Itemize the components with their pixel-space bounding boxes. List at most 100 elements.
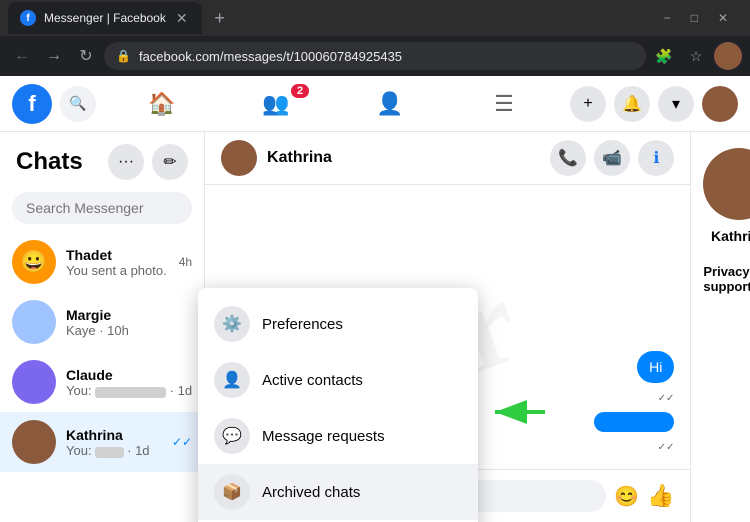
sidebar-actions: ··· ✏: [108, 144, 188, 180]
minimize-icon[interactable]: −: [658, 9, 677, 27]
toolbar-actions: 🧩 ☆: [650, 42, 742, 70]
browser-toolbar: ← → ↻ 🔒 facebook.com/messages/t/10006078…: [0, 36, 750, 76]
fb-nav-friends[interactable]: 👥 2: [221, 80, 331, 128]
tab-favicon: f: [20, 10, 36, 26]
chat-item-margie[interactable]: Margie Kaye · 10h: [0, 292, 204, 352]
avatar-margie: [12, 300, 56, 344]
privacy-header[interactable]: Privacy & support ▾: [703, 256, 750, 302]
menu-item-active-contacts[interactable]: 👤 Active contacts: [198, 352, 478, 408]
header-actions: 📞 📹 ℹ: [550, 140, 674, 176]
refresh-button[interactable]: ↻: [72, 42, 100, 70]
tab-close-button[interactable]: ✕: [174, 8, 190, 29]
maximize-icon[interactable]: □: [685, 9, 704, 27]
menu-label-active-contacts: Active contacts: [262, 372, 363, 389]
app-container: Alphr Chats ··· ✏ 😀: [0, 132, 750, 522]
chat-name: Margie: [66, 307, 192, 323]
chat-header-avatar: [221, 140, 257, 176]
privacy-title: Privacy & support: [703, 264, 750, 294]
menu-label-message-requests: Message requests: [262, 428, 385, 445]
menu-item-message-requests[interactable]: 💬 Message requests: [198, 408, 478, 464]
avatar-claude: [12, 360, 56, 404]
lock-icon: 🔒: [116, 49, 131, 63]
friends-badge: 2: [291, 84, 309, 98]
dropdown-menu: ⚙️ Preferences 👤 Active contacts 💬 Messa…: [198, 288, 478, 522]
emoji-button[interactable]: 😊: [614, 484, 639, 509]
close-icon[interactable]: ✕: [712, 9, 734, 27]
tab-title: Messenger | Facebook: [44, 11, 166, 25]
fb-account-button[interactable]: ▾: [658, 86, 694, 122]
chat-info-kathrina: Kathrina You: ████ · 1d: [66, 427, 162, 458]
profile-avatar: [714, 42, 742, 70]
chat-item-thadet[interactable]: 😀 Thadet You sent a photo. 4h: [0, 232, 204, 292]
compose-button[interactable]: ✏: [152, 144, 188, 180]
fb-nav-center: 🏠 👥 2 👤 ☰: [107, 80, 559, 128]
forward-button[interactable]: →: [40, 42, 68, 70]
right-panel-avatar: [703, 148, 750, 220]
chat-item-kathrina[interactable]: Kathrina You: ████ · 1d ✓✓: [0, 412, 204, 472]
fb-logo: f: [12, 84, 52, 124]
bookmark-icon[interactable]: ☆: [682, 42, 710, 70]
menu-item-archived-chats[interactable]: 📦 Archived chats: [198, 464, 478, 520]
chat-info-thadet: Thadet You sent a photo.: [66, 247, 169, 278]
chat-preview: You sent a photo.: [66, 263, 169, 278]
browser-chrome: f Messenger | Facebook ✕ + − □ ✕ ← → ↻ 🔒…: [0, 0, 750, 76]
chat-header-name: Kathrina: [267, 149, 540, 167]
sidebar-header: Chats ··· ✏: [0, 132, 204, 192]
chat-header: Kathrina 📞 📹 ℹ: [205, 132, 690, 185]
arrow-svg: [485, 397, 555, 427]
chat-preview: You: ████ · 1d: [66, 443, 162, 458]
arrow-indicator: [485, 397, 555, 432]
video-call-button[interactable]: 📹: [594, 140, 630, 176]
preferences-icon: ⚙️: [214, 306, 250, 342]
fb-profile-avatar[interactable]: [702, 86, 738, 122]
back-button[interactable]: ←: [8, 42, 36, 70]
fb-nav-menu[interactable]: ☰: [449, 80, 559, 128]
search-input[interactable]: [12, 192, 192, 224]
profile-icon[interactable]: [714, 42, 742, 70]
more-options-button[interactable]: ···: [108, 144, 144, 180]
like-button[interactable]: 👍: [647, 483, 674, 509]
info-button[interactable]: ℹ: [638, 140, 674, 176]
chat-info-margie: Margie Kaye · 10h: [66, 307, 192, 338]
facebook-navbar: f 🔍 🏠 👥 2 👤 ☰ + 🔔 ▾: [0, 76, 750, 132]
menu-label-archived-chats: Archived chats: [262, 484, 360, 501]
chat-name: Kathrina: [66, 427, 162, 443]
active-tab[interactable]: f Messenger | Facebook ✕: [8, 2, 202, 34]
privacy-section: Privacy & support ▾: [703, 256, 750, 302]
fb-nav-groups[interactable]: 👤: [335, 80, 445, 128]
message-bubble-2: [594, 412, 674, 432]
chat-list: 😀 Thadet You sent a photo. 4h Margie Kay…: [0, 232, 204, 522]
menu-item-preferences[interactable]: ⚙️ Preferences: [198, 296, 478, 352]
extensions-icon[interactable]: 🧩: [650, 42, 678, 70]
fb-create-button[interactable]: +: [570, 86, 606, 122]
fb-notifications-button[interactable]: 🔔: [614, 86, 650, 122]
fb-search-button[interactable]: 🔍: [60, 86, 96, 122]
chat-info-claude: Claude You: ██████████ · 1d: [66, 367, 192, 398]
search-bar: [12, 192, 192, 224]
fb-nav-right: + 🔔 ▾: [570, 86, 738, 122]
address-bar[interactable]: 🔒 facebook.com/messages/t/10006078492543…: [104, 42, 646, 70]
avatar-kathrina: [12, 420, 56, 464]
chat-name: Claude: [66, 367, 192, 383]
chat-time: 4h: [179, 255, 192, 269]
avatar-thadet: 😀: [12, 240, 56, 284]
new-tab-button[interactable]: +: [206, 4, 234, 32]
archived-chats-icon: 📦: [214, 474, 250, 510]
chats-title: Chats: [16, 148, 100, 176]
tab-bar: f Messenger | Facebook ✕ + − □ ✕: [0, 0, 750, 36]
chat-preview: Kaye · 10h: [66, 323, 192, 338]
active-contacts-icon: 👤: [214, 362, 250, 398]
message-requests-icon: 💬: [214, 418, 250, 454]
address-text: facebook.com/messages/t/100060784925435: [139, 49, 634, 64]
right-panel: Kathrina Privacy & support ▾: [690, 132, 750, 522]
message-bubble: Hi: [637, 351, 674, 383]
chat-item-claude[interactable]: Claude You: ██████████ · 1d: [0, 352, 204, 412]
right-panel-name: Kathrina: [711, 228, 750, 244]
window-controls: − □ ✕: [658, 9, 742, 27]
fb-nav-home[interactable]: 🏠: [107, 80, 217, 128]
menu-label-preferences: Preferences: [262, 316, 343, 333]
chat-name: Thadet: [66, 247, 169, 263]
voice-call-button[interactable]: 📞: [550, 140, 586, 176]
chat-preview: You: ██████████ · 1d: [66, 383, 192, 398]
left-sidebar: Chats ··· ✏ 😀 Thadet You sent a photo.: [0, 132, 205, 522]
